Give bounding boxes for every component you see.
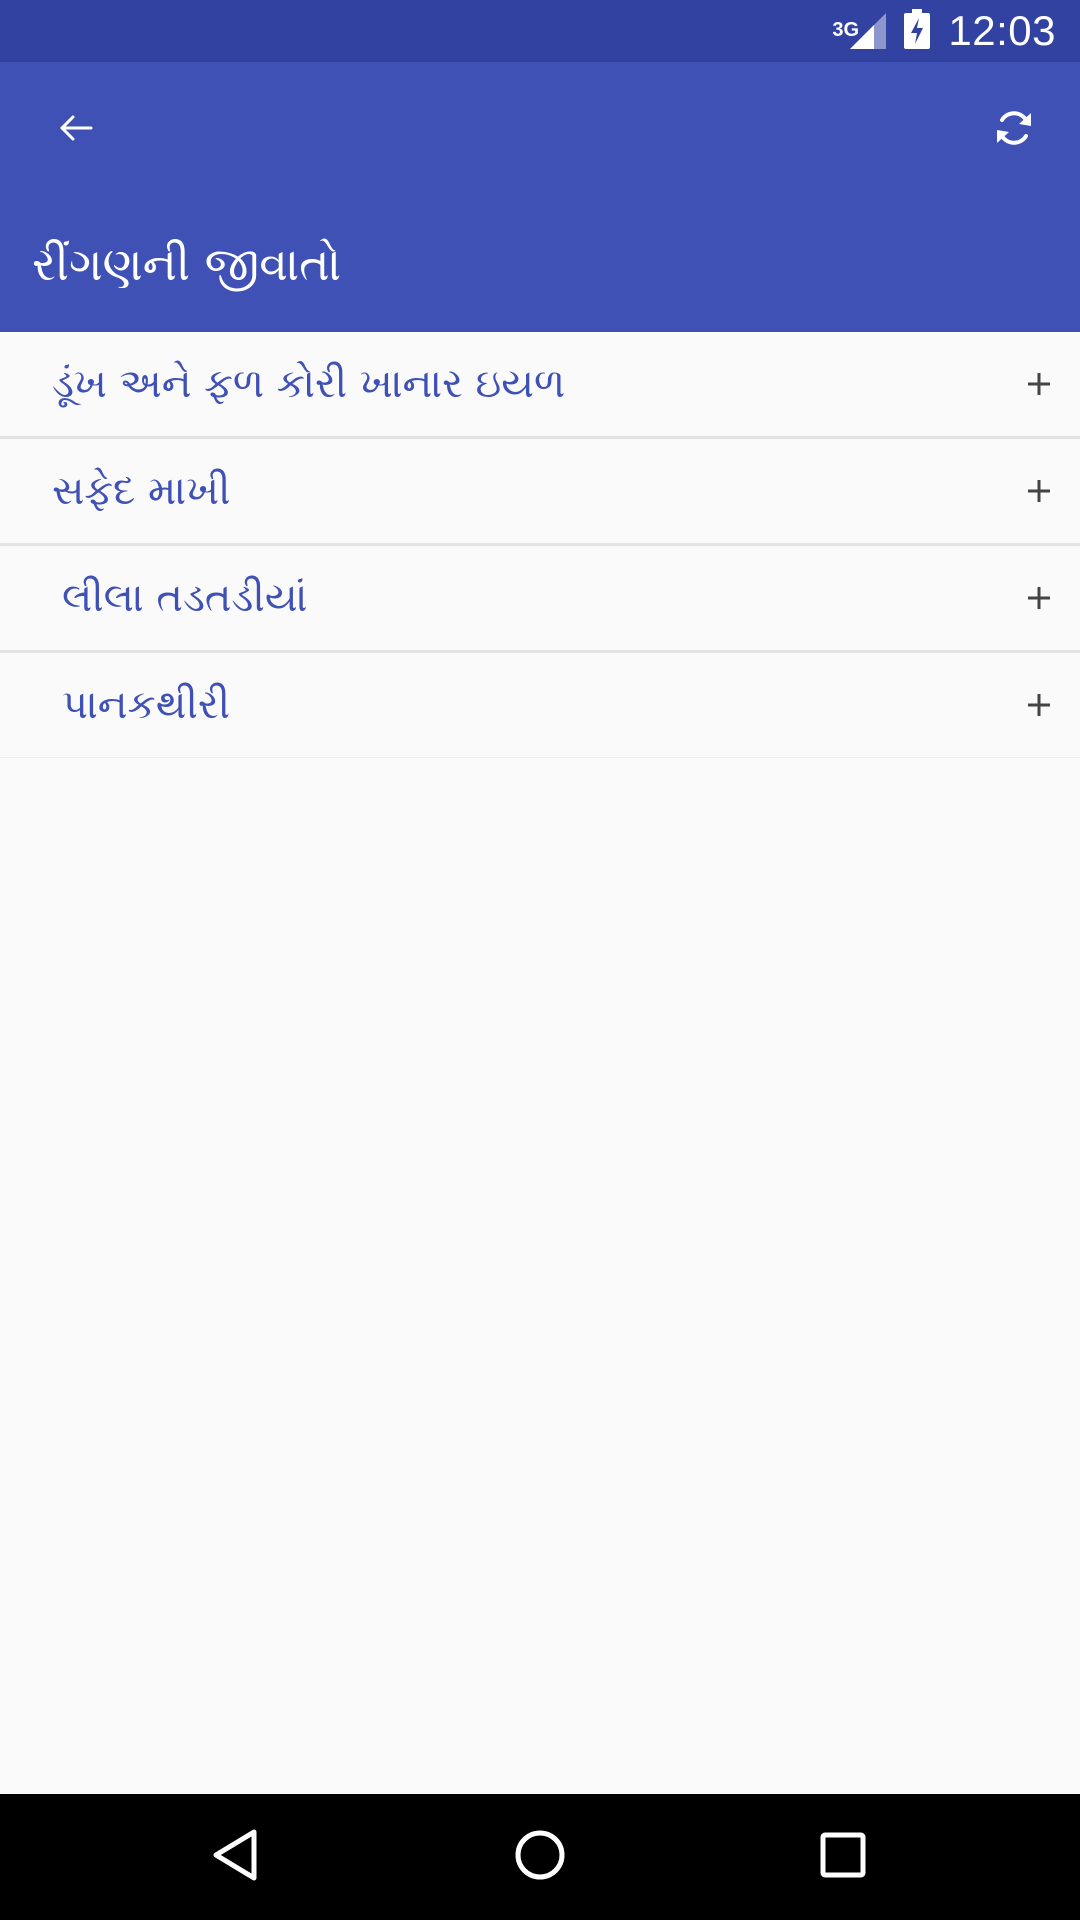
nav-home-button[interactable] [495,1812,585,1902]
nav-back-button[interactable] [190,1812,280,1902]
list-item-label: સફેદ માખી [52,468,231,514]
system-nav-bar [0,1794,1080,1920]
back-triangle-icon [210,1828,260,1886]
refresh-icon [993,107,1035,153]
list-item[interactable]: ડૂંખ અને ફળ કોરી ખાનાર ઇયળ [0,332,1080,439]
recents-square-icon [818,1830,868,1884]
plus-icon[interactable] [1024,690,1054,720]
home-circle-icon [513,1828,567,1886]
list-item[interactable]: પાનકથીરી [0,653,1080,758]
list-item[interactable]: સફેદ માખી [0,439,1080,546]
app-toolbar: રીંગણની જીવાતો [0,62,1080,332]
arrow-back-icon [58,110,94,150]
nav-recents-button[interactable] [798,1812,888,1902]
status-bar: 3G 12:03 [0,0,1080,62]
plus-icon[interactable] [1024,369,1054,399]
back-button[interactable] [40,94,112,166]
plus-icon[interactable] [1024,476,1054,506]
list-item-label: લીલા તડતડીયાં [62,575,308,621]
battery-charging-icon [904,9,931,53]
plus-icon[interactable] [1024,583,1054,613]
page-title: રીંગણની જીવાતો [32,237,342,291]
list-item-label: ડૂંખ અને ફળ કોરી ખાનાર ઇયળ [52,361,566,407]
list-item[interactable]: લીલા તડતડીયાં [0,546,1080,653]
pest-list: ડૂંખ અને ફળ કોરી ખાનાર ઇયળ સફેદ માખી લીલ… [0,332,1080,758]
signal-icon: 3G [832,11,887,51]
network-type: 3G [832,19,860,41]
refresh-button[interactable] [978,94,1050,166]
status-icons: 3G 12:03 [832,0,1056,62]
list-item-label: પાનકથીરી [62,682,231,728]
status-time: 12:03 [948,7,1056,54]
